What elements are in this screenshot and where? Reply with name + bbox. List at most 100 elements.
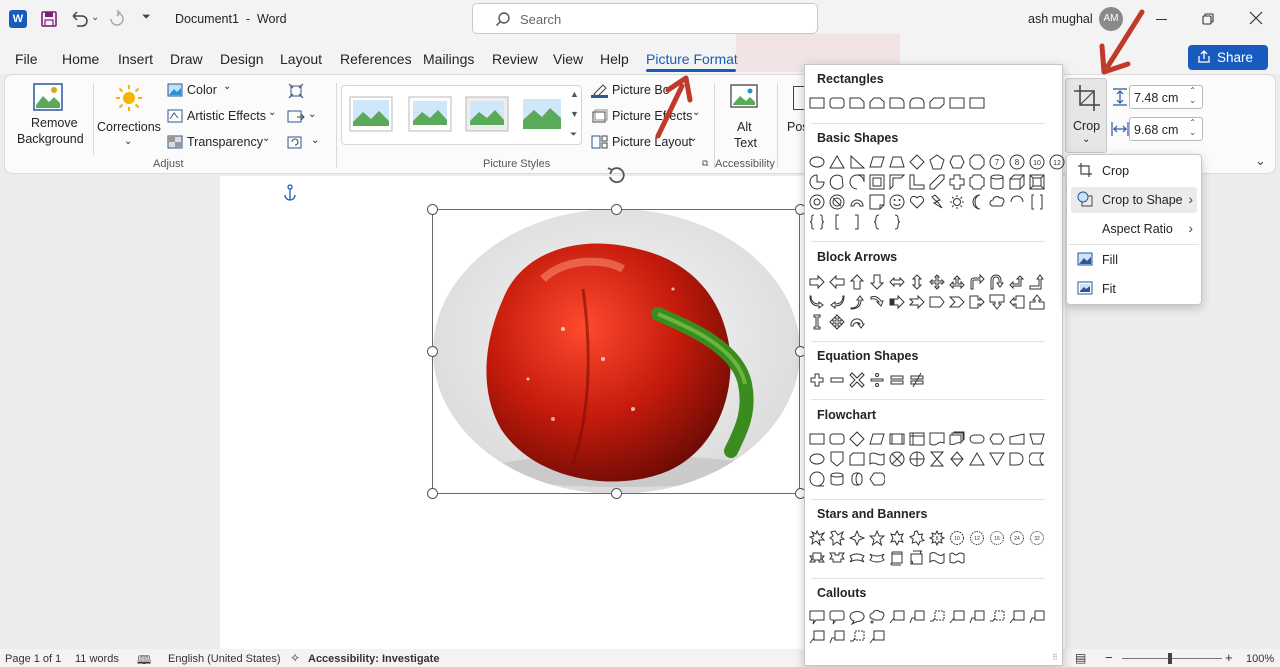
shape-ribbonu-icon[interactable] (808, 549, 826, 567)
alt-text-button[interactable]: Alt Text (725, 80, 765, 150)
shape-line1-icon[interactable] (888, 608, 906, 626)
height-spin-down-icon[interactable]: ⌄ (1189, 96, 1196, 105)
shape-line1-icon[interactable] (868, 628, 886, 646)
artistic-effects-button[interactable]: Artistic Effects ⌄ (166, 107, 281, 127)
corrections-button[interactable]: Corrections ⌄ (95, 80, 161, 150)
menu-item-aspect-ratio[interactable]: Aspect Ratio › (1071, 216, 1197, 242)
shape-line3-icon[interactable] (928, 608, 946, 626)
tab-file[interactable]: File (15, 51, 38, 67)
shape-pie-icon[interactable] (808, 173, 826, 191)
shape-star8-icon[interactable]: 8 (928, 529, 946, 547)
shape-smile-icon[interactable] (888, 193, 906, 211)
shape-trap-icon[interactable] (888, 153, 906, 171)
shape-round1-icon[interactable] (888, 94, 906, 112)
shape-exp2-icon[interactable] (828, 529, 846, 547)
shape-lup-icon[interactable] (1008, 273, 1026, 291)
shape-hex-icon[interactable] (948, 153, 966, 171)
shape-rect-round-icon[interactable] (828, 430, 846, 448)
resize-handle-left[interactable] (427, 346, 438, 357)
shape-snip1-icon[interactable] (848, 94, 866, 112)
shape-curvu-icon[interactable] (848, 293, 866, 311)
crop-button[interactable]: Crop ⌄ (1065, 78, 1107, 153)
picture-style-2[interactable] (408, 96, 452, 135)
shape-uturn-icon[interactable] (988, 273, 1006, 291)
height-field[interactable]: 7.48 cm ⌃ ⌄ (1129, 85, 1203, 109)
shape-rtri-icon[interactable] (848, 153, 866, 171)
shape-quad-icon[interactable] (928, 273, 946, 291)
shape-collate-icon[interactable] (928, 450, 946, 468)
transparency-button[interactable]: Transparency ⌄ (166, 133, 276, 153)
shape-lrup-icon[interactable] (948, 273, 966, 291)
shape-equal-icon[interactable] (888, 371, 906, 389)
shape-sun-icon[interactable] (948, 193, 966, 211)
collapse-ribbon-icon[interactable]: ⌄ (1255, 153, 1266, 169)
resize-handle-top[interactable] (611, 204, 622, 215)
shape-tri-icon[interactable] (828, 153, 846, 171)
shape-plus2-icon[interactable] (808, 371, 826, 389)
shape-line3-icon[interactable] (988, 608, 1006, 626)
shape-bent-icon[interactable] (968, 273, 986, 291)
change-picture-icon[interactable] (287, 109, 305, 128)
picture-style-1[interactable] (349, 96, 393, 135)
shape-line1-icon[interactable] (1008, 608, 1026, 626)
shape-line2-icon[interactable] (968, 608, 986, 626)
shape-heart-icon[interactable] (908, 193, 926, 211)
shape-bentup-icon[interactable] (1028, 273, 1046, 291)
shape-extract-icon[interactable] (968, 450, 986, 468)
shape-callcloud-icon[interactable] (868, 608, 886, 626)
shape-diamond-icon[interactable] (908, 153, 926, 171)
shape-curvl-icon[interactable] (828, 293, 846, 311)
shape-star10-icon[interactable]: 10 (948, 529, 966, 547)
resize-handle-bottom[interactable] (611, 488, 622, 499)
shape-para-icon[interactable] (868, 153, 886, 171)
tab-layout[interactable]: Layout (280, 51, 322, 67)
shape-seqacc-icon[interactable] (808, 470, 826, 488)
gallery-scroll-up-icon[interactable]: ▲ (570, 89, 579, 99)
user-name[interactable]: ash mughal (1028, 12, 1093, 26)
shape-intstor-icon[interactable] (908, 430, 926, 448)
shape-star4-icon[interactable] (848, 529, 866, 547)
shape-round2-icon[interactable] (908, 94, 926, 112)
shape-star7-icon[interactable] (908, 529, 926, 547)
shape-aud-icon[interactable] (908, 273, 926, 291)
shape-dwave-icon[interactable] (948, 549, 966, 567)
resize-grip-icon[interactable]: ⠿ (1052, 653, 1058, 662)
shape-rbrace-icon[interactable] (888, 213, 906, 231)
shape-bracepair-icon[interactable] (808, 213, 826, 231)
shape-rect-icon[interactable] (968, 94, 986, 112)
shape-diamond-icon[interactable] (848, 430, 866, 448)
shape-au-icon[interactable] (848, 273, 866, 291)
shape-merge-icon[interactable] (988, 450, 1006, 468)
shape-snip2-icon[interactable] (868, 94, 886, 112)
shape-notch-icon[interactable] (908, 293, 926, 311)
shape-div-icon[interactable] (868, 371, 886, 389)
menu-item-fill[interactable]: Fill (1071, 247, 1197, 273)
shape-offpage-icon[interactable] (828, 450, 846, 468)
close-icon[interactable] (1249, 11, 1263, 28)
picture-style-4[interactable] (520, 96, 564, 135)
shape-lbracket-icon[interactable] (828, 213, 846, 231)
shape-curvd-icon[interactable] (868, 293, 886, 311)
shape-calloval-icon[interactable] (848, 608, 866, 626)
tab-design[interactable]: Design (220, 51, 264, 67)
shape-lbrace-icon[interactable] (868, 213, 886, 231)
remove-background-button[interactable]: Remove Background (11, 80, 87, 150)
shape-pent-icon[interactable] (928, 153, 946, 171)
shape-halfframe-icon[interactable] (888, 173, 906, 191)
customize-toolbar-icon[interactable]: ⏷ (142, 11, 151, 24)
shape-or-icon[interactable] (908, 450, 926, 468)
shape-num8-icon[interactable]: 8 (1008, 153, 1026, 171)
shape-num10-icon[interactable]: 10 (1028, 153, 1046, 171)
shape-rect-icon[interactable] (808, 430, 826, 448)
shape-al-icon[interactable] (828, 273, 846, 291)
compress-pictures-icon[interactable] (288, 83, 304, 102)
shape-line1-icon[interactable] (808, 628, 826, 646)
shape-star6-icon[interactable] (888, 529, 906, 547)
shape-rect-round-icon[interactable] (828, 94, 846, 112)
shape-alr-icon[interactable] (888, 273, 906, 291)
shape-sort-icon[interactable] (948, 450, 966, 468)
shape-snipround-icon[interactable] (928, 94, 946, 112)
height-spin-up-icon[interactable]: ⌃ (1189, 86, 1196, 95)
shape-ad-icon[interactable] (868, 273, 886, 291)
shape-cube-icon[interactable] (1008, 173, 1026, 191)
